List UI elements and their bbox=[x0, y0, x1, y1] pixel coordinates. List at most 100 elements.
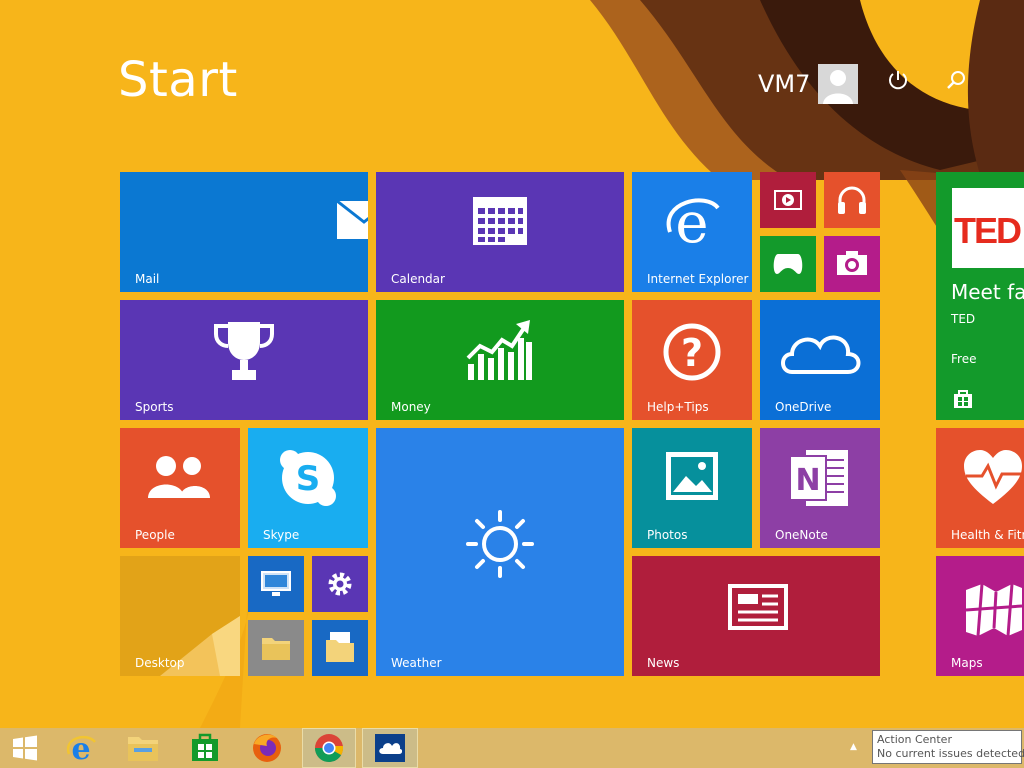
start-title: Start bbox=[118, 52, 238, 108]
tile-label: Money bbox=[391, 400, 431, 414]
user-account[interactable]: VM7 bbox=[758, 64, 859, 104]
tile-label: Weather bbox=[391, 656, 442, 670]
skype-icon: S bbox=[280, 450, 336, 506]
tile-label: Internet Explorer bbox=[647, 272, 749, 286]
tile-photos[interactable]: Photos bbox=[632, 428, 752, 548]
video-icon bbox=[774, 190, 802, 210]
sun-icon bbox=[466, 510, 534, 578]
tile-documents[interactable] bbox=[312, 620, 368, 676]
documents-folder-icon bbox=[326, 632, 354, 662]
search-icon bbox=[947, 71, 965, 89]
taskbar-chrome[interactable] bbox=[302, 728, 356, 768]
tile-video[interactable] bbox=[760, 172, 816, 228]
tile-label: Health & Fitne bbox=[951, 528, 1024, 542]
heart-rate-icon bbox=[964, 450, 1022, 504]
tile-label: People bbox=[135, 528, 175, 542]
tile-calendar[interactable]: Calendar bbox=[376, 172, 624, 292]
trophy-icon bbox=[214, 322, 274, 380]
photo-icon bbox=[666, 452, 718, 500]
power-icon bbox=[889, 71, 907, 90]
onedrive-icon bbox=[375, 734, 405, 762]
tile-maps[interactable]: Maps bbox=[936, 556, 1024, 676]
tile-onedrive[interactable]: OneDrive bbox=[760, 300, 880, 420]
firefox-icon bbox=[253, 734, 281, 762]
news-icon bbox=[728, 584, 788, 630]
action-center-tooltip: Action Center No current issues detected bbox=[872, 730, 1024, 764]
promo-publisher: TED bbox=[951, 312, 976, 326]
search-button[interactable] bbox=[940, 64, 972, 96]
tile-onenote[interactable]: N OneNote bbox=[760, 428, 880, 548]
tile-this-pc[interactable] bbox=[248, 556, 304, 612]
svg-text:N: N bbox=[795, 463, 820, 498]
onenote-icon: N bbox=[789, 450, 848, 506]
help-question-icon: ? bbox=[663, 323, 721, 381]
tile-file-explorer[interactable] bbox=[248, 620, 304, 676]
tile-label: OneDrive bbox=[775, 400, 832, 414]
map-icon bbox=[965, 583, 1023, 636]
tooltip-status: No current issues detected bbox=[877, 747, 1024, 760]
tile-money[interactable]: Money bbox=[376, 300, 624, 420]
tile-help-tips[interactable]: ? Help+Tips bbox=[632, 300, 752, 420]
file-explorer-icon bbox=[128, 737, 158, 761]
tile-label: Desktop bbox=[135, 656, 185, 670]
tile-label: Mail bbox=[135, 272, 160, 286]
tile-desktop[interactable]: Desktop bbox=[120, 556, 240, 676]
user-avatar-icon bbox=[818, 64, 859, 104]
tile-label: Sports bbox=[135, 400, 174, 414]
tile-label: News bbox=[647, 656, 680, 670]
tile-games[interactable] bbox=[760, 236, 816, 292]
computer-icon bbox=[261, 571, 291, 596]
mail-icon bbox=[336, 200, 368, 239]
money-chart-icon bbox=[466, 320, 532, 380]
promo-headline: Meet fas bbox=[951, 280, 1024, 304]
tile-news[interactable]: News bbox=[632, 556, 880, 676]
tile-health-fitness[interactable]: Health & Fitne bbox=[936, 428, 1024, 548]
tile-label: Photos bbox=[647, 528, 688, 542]
folder-icon bbox=[262, 638, 290, 660]
calendar-icon bbox=[473, 197, 527, 245]
tray-overflow-arrow[interactable]: ▲ bbox=[850, 742, 857, 752]
chrome-icon bbox=[314, 734, 344, 763]
tile-music[interactable] bbox=[824, 172, 880, 228]
taskbar-file-explorer[interactable] bbox=[118, 728, 168, 768]
taskbar-internet-explorer[interactable]: e bbox=[56, 728, 106, 768]
tile-ted-store-promo[interactable]: TED Meet fas TED Free bbox=[936, 172, 1024, 420]
taskbar: e ▲ bbox=[0, 728, 1024, 768]
tile-internet-explorer[interactable]: e Internet Explorer bbox=[632, 172, 752, 292]
camera-icon bbox=[837, 251, 867, 275]
tile-label: OneNote bbox=[775, 528, 828, 542]
headphones-icon bbox=[838, 186, 866, 214]
taskbar-store[interactable] bbox=[180, 728, 230, 768]
taskbar-firefox[interactable] bbox=[242, 728, 292, 768]
internet-explorer-icon: e bbox=[666, 192, 720, 252]
ted-logo-text: TED bbox=[954, 210, 1022, 251]
internet-explorer-icon: e bbox=[66, 732, 96, 764]
tile-people[interactable]: People bbox=[120, 428, 240, 548]
power-button[interactable] bbox=[882, 64, 914, 96]
tile-settings[interactable] bbox=[312, 556, 368, 612]
tooltip-title: Action Center bbox=[877, 733, 952, 746]
gear-icon bbox=[328, 572, 352, 596]
ted-logo: TED bbox=[952, 188, 1024, 268]
tile-label: Calendar bbox=[391, 272, 445, 286]
taskbar-onedrive[interactable] bbox=[362, 728, 418, 768]
store-icon bbox=[192, 733, 218, 761]
game-controller-icon bbox=[773, 254, 803, 274]
tile-label: Maps bbox=[951, 656, 983, 670]
tile-weather[interactable]: Weather bbox=[376, 428, 624, 676]
svg-text:S: S bbox=[296, 459, 321, 499]
svg-text:?: ? bbox=[681, 331, 703, 375]
tile-label: Skype bbox=[263, 528, 300, 542]
start-button[interactable] bbox=[0, 728, 50, 768]
tile-label: Help+Tips bbox=[647, 400, 709, 414]
user-name: VM7 bbox=[758, 70, 811, 98]
windows-logo-icon bbox=[13, 735, 37, 761]
tile-mail[interactable]: Mail bbox=[120, 172, 368, 292]
tile-sports[interactable]: Sports bbox=[120, 300, 368, 420]
tile-camera[interactable] bbox=[824, 236, 880, 292]
promo-price: Free bbox=[951, 352, 977, 366]
tile-skype[interactable]: S Skype bbox=[248, 428, 368, 548]
people-icon bbox=[148, 456, 210, 498]
cloud-icon bbox=[781, 335, 861, 374]
store-bag-icon bbox=[954, 390, 972, 408]
